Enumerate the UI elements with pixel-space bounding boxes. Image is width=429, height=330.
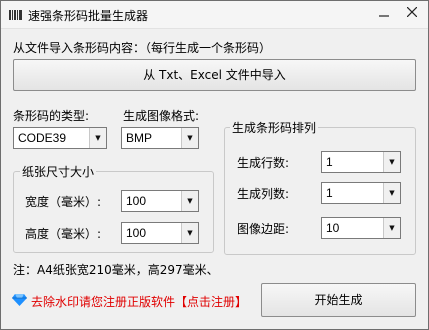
width-value: 100 — [126, 194, 147, 208]
close-icon — [406, 6, 418, 18]
cols-select[interactable]: 1 ▼ — [321, 182, 401, 204]
margin-value: 10 — [326, 221, 340, 235]
margin-select[interactable]: 10 ▼ — [321, 217, 401, 239]
chevron-down-icon: ▼ — [383, 218, 400, 238]
register-prompt: 去除水印请您注册正版软件【点击注册】 — [31, 293, 247, 310]
app-window: 速强条形码批量生成器 从文件导入条形码内容：（每行生成一个条形码） 从 Txt、… — [0, 0, 429, 330]
window-title: 速强条形码批量生成器 — [28, 9, 149, 23]
close-button[interactable] — [398, 3, 426, 25]
width-label: 宽度（毫米）: — [25, 195, 102, 209]
barcode-type-select[interactable]: CODE39 ▼ — [13, 127, 107, 149]
cols-label: 生成列数: — [237, 187, 290, 201]
paper-note: 注：A4纸张宽210毫米，高297毫米、 — [13, 263, 219, 277]
register-link[interactable]: 【点击注册】 — [175, 295, 247, 309]
barcode-type-value: CODE39 — [18, 131, 67, 145]
minimize-icon — [379, 15, 389, 17]
rows-value: 1 — [326, 155, 333, 169]
import-file-button[interactable]: 从 Txt、Excel 文件中导入 — [13, 59, 416, 91]
width-select[interactable]: 100 ▼ — [121, 190, 199, 212]
chevron-down-icon: ▼ — [181, 223, 198, 243]
title-bar: 速强条形码批量生成器 — [1, 1, 428, 29]
margin-label: 图像边距: — [237, 222, 290, 236]
image-format-select[interactable]: BMP ▼ — [121, 127, 199, 149]
barcode-app-icon — [9, 10, 22, 20]
diamond-icon — [12, 294, 27, 306]
minimize-button[interactable] — [370, 3, 398, 25]
layout-title: 生成条形码排列 — [230, 119, 319, 136]
start-generate-button[interactable]: 开始生成 — [261, 283, 416, 317]
rows-label: 生成行数: — [237, 156, 290, 170]
import-label: 从文件导入条形码内容：（每行生成一个条形码） — [13, 41, 272, 55]
image-format-value: BMP — [126, 131, 153, 145]
rows-select[interactable]: 1 ▼ — [321, 151, 401, 173]
register-text: 去除水印请您注册正版软件 — [31, 295, 176, 309]
chevron-down-icon: ▼ — [383, 183, 400, 203]
height-label: 高度（毫米）: — [25, 227, 102, 241]
barcode-type-label: 条形码的类型: — [13, 109, 90, 123]
height-select[interactable]: 100 ▼ — [121, 222, 199, 244]
chevron-down-icon: ▼ — [181, 191, 198, 211]
chevron-down-icon: ▼ — [89, 128, 106, 148]
chevron-down-icon: ▼ — [181, 128, 198, 148]
paper-size-title: 纸张尺寸大小 — [20, 163, 97, 180]
image-format-label: 生成图像格式: — [123, 109, 200, 123]
cols-value: 1 — [326, 186, 333, 200]
height-value: 100 — [126, 226, 147, 240]
chevron-down-icon: ▼ — [383, 152, 400, 172]
